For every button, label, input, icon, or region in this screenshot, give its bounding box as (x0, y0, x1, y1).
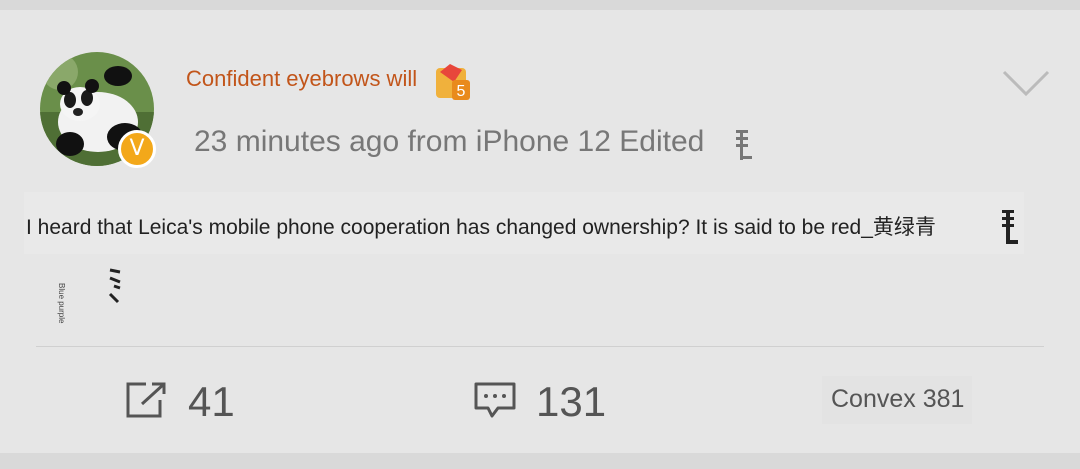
edit-history-icon[interactable] (734, 128, 754, 162)
verified-badge: V (118, 130, 156, 168)
post-text: I heard that Leica's mobile phone cooper… (26, 216, 936, 239)
glyph-mark-icon (108, 268, 121, 304)
level-badge-icon[interactable]: 5 (434, 60, 472, 102)
svg-text:5: 5 (457, 83, 466, 100)
comment-icon[interactable] (472, 380, 518, 422)
repost-count[interactable]: 41 (188, 378, 235, 426)
comment-count[interactable]: 131 (536, 378, 606, 426)
like-label: Convex 381 (831, 385, 965, 413)
share-icon[interactable] (124, 380, 168, 420)
text-mark-icon (1002, 210, 1018, 244)
divider (36, 346, 1044, 347)
post-meta: 23 minutes ago from iPhone 12 Edited (194, 125, 705, 158)
chevron-down-icon[interactable] (1002, 68, 1050, 98)
tiny-caption: Blue purple (57, 283, 66, 324)
username[interactable]: Confident eyebrows will (186, 66, 417, 92)
